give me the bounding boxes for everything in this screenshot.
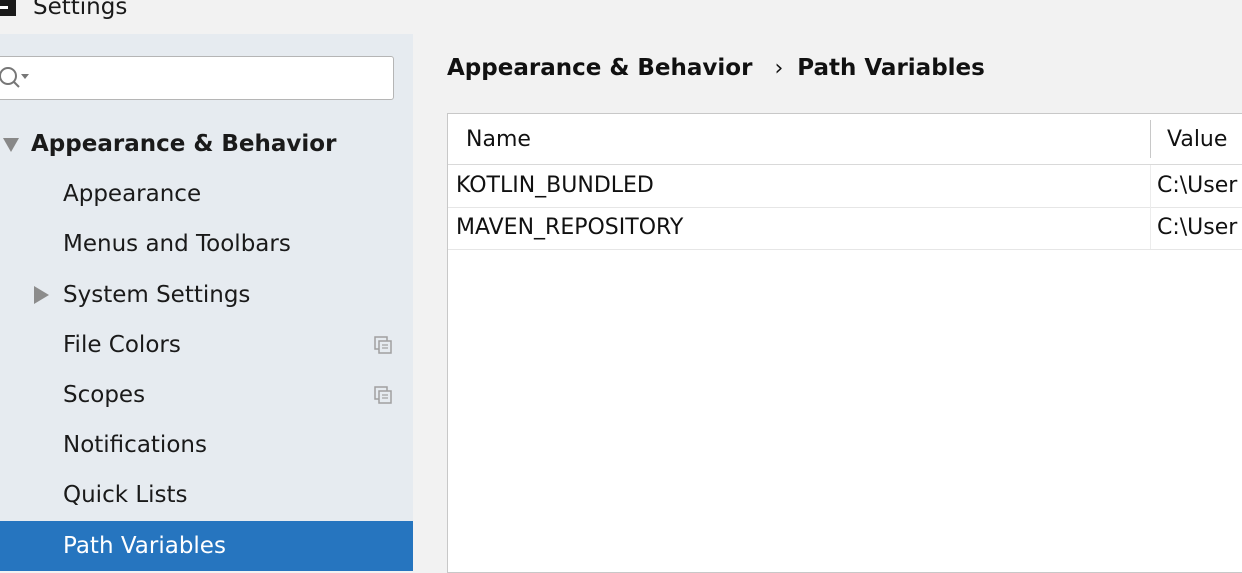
sidebar-item-label: System Settings — [63, 282, 251, 308]
copy-settings-icon — [374, 336, 392, 354]
column-header-value[interactable]: Value — [1167, 114, 1227, 164]
sidebar-item-label: Path Variables — [63, 533, 226, 559]
path-variables-table[interactable]: Name Value KOTLIN_BUNDLED C:\User MAVEN_… — [447, 113, 1242, 573]
sidebar-item-menus-toolbars[interactable]: Menus and Toolbars — [0, 219, 413, 269]
title-bar: Settings — [0, 0, 1242, 34]
sidebar-item-system-settings[interactable]: System Settings — [0, 270, 413, 320]
cell-divider — [1150, 165, 1151, 207]
sidebar-item-label: Scopes — [63, 382, 146, 408]
search-input[interactable] — [35, 63, 389, 95]
search-box[interactable] — [0, 56, 394, 100]
sidebar-item-notifications[interactable]: Notifications — [0, 420, 413, 470]
settings-sidebar: Appearance & Behavior Appearance Menus a… — [0, 34, 413, 571]
breadcrumb-parent[interactable]: Appearance & Behavior — [447, 55, 752, 81]
sidebar-item-path-variables[interactable]: Path Variables — [0, 521, 413, 571]
column-header-name[interactable]: Name — [466, 114, 531, 164]
window-title: Settings — [33, 0, 128, 20]
column-resize-handle[interactable] — [1150, 120, 1151, 158]
sidebar-item-label: Menus and Toolbars — [63, 231, 291, 257]
table-row[interactable]: KOTLIN_BUNDLED C:\User — [448, 165, 1242, 208]
variable-name-cell[interactable]: MAVEN_REPOSITORY — [456, 207, 683, 249]
breadcrumb-current: Path Variables — [797, 55, 985, 81]
collapsed-arrow-icon[interactable] — [34, 286, 49, 304]
breadcrumb-separator-icon: › — [774, 56, 784, 81]
sidebar-item-label: Quick Lists — [63, 482, 188, 508]
sidebar-item-file-colors[interactable]: File Colors — [0, 320, 413, 370]
sidebar-item-appearance-behavior[interactable]: Appearance & Behavior — [0, 119, 413, 169]
app-icon — [0, 0, 16, 16]
table-row[interactable]: MAVEN_REPOSITORY C:\User — [448, 207, 1242, 250]
sidebar-item-appearance[interactable]: Appearance — [0, 169, 413, 219]
breadcrumb: Appearance & Behavior › Path Variables — [447, 50, 985, 90]
sidebar-item-quick-lists[interactable]: Quick Lists — [0, 470, 413, 520]
sidebar-item-label: Appearance — [63, 181, 202, 207]
variable-value-cell[interactable]: C:\User — [1157, 165, 1237, 207]
sidebar-item-label: Appearance & Behavior — [31, 131, 337, 157]
variable-name-cell[interactable]: KOTLIN_BUNDLED — [456, 165, 654, 207]
expanded-arrow-icon[interactable] — [3, 138, 19, 152]
cell-divider — [1150, 207, 1151, 249]
variable-value-cell[interactable]: C:\User — [1157, 207, 1237, 249]
table-header: Name Value — [448, 114, 1242, 165]
sidebar-item-label: File Colors — [63, 332, 181, 358]
copy-settings-icon — [374, 386, 392, 404]
sidebar-item-label: Notifications — [63, 432, 207, 458]
search-icon[interactable] — [0, 65, 31, 89]
sidebar-item-scopes[interactable]: Scopes — [0, 370, 413, 420]
